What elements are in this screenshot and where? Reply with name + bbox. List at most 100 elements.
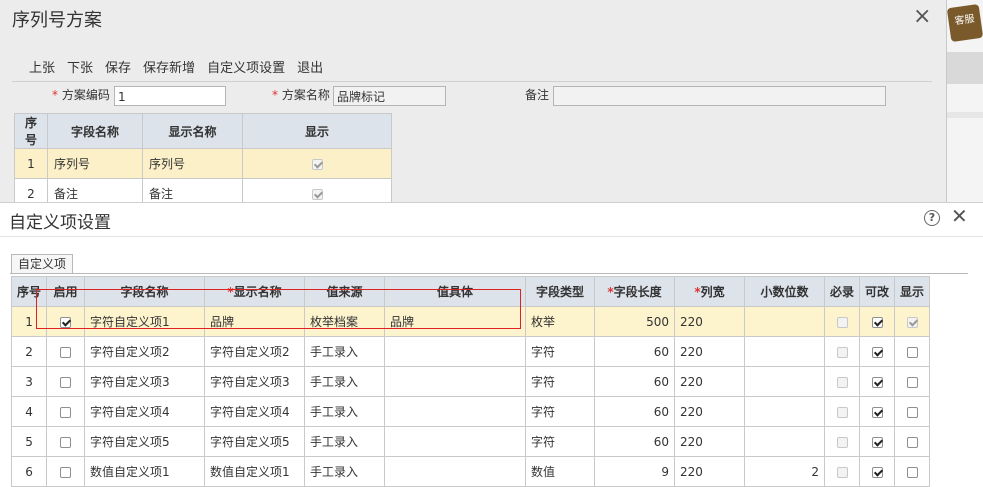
table-row[interactable]: 1 字符自定义项1 品牌 枚举档案 品牌 枚举 500 220 xyxy=(10,306,931,337)
length-cell[interactable]: 60 xyxy=(594,396,676,427)
type-cell[interactable]: 字符 xyxy=(525,336,596,367)
close-icon[interactable]: ✕ xyxy=(951,204,968,228)
field-name-cell[interactable]: 字符自定义项1 xyxy=(84,306,206,337)
editable-checkbox[interactable] xyxy=(871,466,883,478)
display-name-cell[interactable]: 字符自定义项4 xyxy=(204,396,306,427)
editable-checkbox[interactable] xyxy=(871,316,883,328)
length-cell[interactable]: 500 xyxy=(594,306,676,337)
table-row[interactable]: 6 数值自定义项1 数值自定义项1 手工录入 数值 9 220 2 xyxy=(10,456,931,487)
decimals-cell[interactable] xyxy=(744,396,826,427)
source-cell[interactable]: 枚举档案 xyxy=(304,306,386,337)
required-checkbox[interactable] xyxy=(836,346,848,358)
value-cell[interactable] xyxy=(384,396,527,427)
field-name-cell[interactable]: 字符自定义项2 xyxy=(84,336,206,367)
show-checkbox[interactable] xyxy=(906,436,918,448)
table-row[interactable]: 1 序列号 序列号 xyxy=(14,148,392,179)
table-row[interactable]: 4 字符自定义项4 字符自定义项4 手工录入 字符 60 220 xyxy=(10,396,931,427)
type-cell[interactable]: 字符 xyxy=(525,426,596,457)
name-field[interactable]: 品牌标记 xyxy=(333,86,446,106)
decimals-cell[interactable] xyxy=(744,336,826,367)
required-checkbox[interactable] xyxy=(836,376,848,388)
width-cell[interactable]: 220 xyxy=(674,336,746,367)
type-cell[interactable]: 字符 xyxy=(525,366,596,397)
help-icon[interactable]: ? xyxy=(924,210,940,226)
next-button[interactable]: 下张 xyxy=(67,57,93,76)
exit-button[interactable]: 退出 xyxy=(297,57,323,76)
show-checkbox[interactable] xyxy=(906,346,918,358)
type-cell[interactable]: 字符 xyxy=(525,396,596,427)
close-icon[interactable]: × xyxy=(913,4,931,29)
enabled-checkbox[interactable] xyxy=(60,406,72,418)
table-row[interactable]: 5 字符自定义项5 字符自定义项5 手工录入 字符 60 220 xyxy=(10,426,931,457)
source-cell[interactable]: 手工录入 xyxy=(304,456,386,487)
enabled-checkbox[interactable] xyxy=(60,436,72,448)
value-cell[interactable]: 品牌 xyxy=(384,306,527,337)
value-cell[interactable] xyxy=(384,426,527,457)
source-cell[interactable]: 手工录入 xyxy=(304,366,386,397)
decimals-cell[interactable] xyxy=(744,366,826,397)
customer-service-badge[interactable]: 客服 xyxy=(946,3,983,43)
source-cell[interactable]: 手工录入 xyxy=(304,336,386,367)
length-cell[interactable]: 60 xyxy=(594,366,676,397)
display-name-cell[interactable]: 数值自定义项1 xyxy=(204,456,306,487)
save-new-button[interactable]: 保存新增 xyxy=(143,57,195,76)
show-checkbox[interactable] xyxy=(906,376,918,388)
width-cell[interactable]: 220 xyxy=(674,426,746,457)
table-row[interactable]: 2 字符自定义项2 字符自定义项2 手工录入 字符 60 220 xyxy=(10,336,931,367)
show-checkbox[interactable] xyxy=(311,188,323,200)
value-cell[interactable] xyxy=(384,336,527,367)
display-name-cell[interactable]: 品牌 xyxy=(204,306,306,337)
display-name-cell[interactable]: 字符自定义项3 xyxy=(204,366,306,397)
enabled-checkbox[interactable] xyxy=(60,316,72,328)
tab-custom-items[interactable]: 自定义项 xyxy=(11,254,74,273)
field-name-cell[interactable]: 字符自定义项5 xyxy=(84,426,206,457)
type-cell[interactable]: 枚举 xyxy=(525,306,596,337)
enabled-cell xyxy=(46,306,86,337)
editable-checkbox[interactable] xyxy=(871,346,883,358)
enabled-checkbox[interactable] xyxy=(60,346,72,358)
length-cell[interactable]: 60 xyxy=(594,336,676,367)
required-checkbox[interactable] xyxy=(836,436,848,448)
width-cell[interactable]: 220 xyxy=(674,456,746,487)
show-checkbox[interactable] xyxy=(906,406,918,418)
enabled-checkbox[interactable] xyxy=(60,466,72,478)
length-cell[interactable]: 9 xyxy=(594,456,676,487)
width-cell[interactable]: 220 xyxy=(674,396,746,427)
display-name-cell[interactable]: 字符自定义项5 xyxy=(204,426,306,457)
editable-checkbox[interactable] xyxy=(871,376,883,388)
display-name-cell[interactable]: 字符自定义项2 xyxy=(204,336,306,367)
width-cell[interactable]: 220 xyxy=(674,366,746,397)
required-checkbox[interactable] xyxy=(836,316,848,328)
show-checkbox[interactable] xyxy=(311,158,323,170)
required-checkbox[interactable] xyxy=(836,466,848,478)
field-name-cell[interactable]: 数值自定义项1 xyxy=(84,456,206,487)
custom-items-button[interactable]: 自定义项设置 xyxy=(207,57,285,76)
required-checkbox[interactable] xyxy=(836,406,848,418)
decimals-cell[interactable] xyxy=(744,306,826,337)
tab-underline xyxy=(10,273,968,274)
decimals-cell[interactable] xyxy=(744,426,826,457)
code-field[interactable]: 1 xyxy=(114,86,226,106)
source-cell[interactable]: 手工录入 xyxy=(304,426,386,457)
prev-button[interactable]: 上张 xyxy=(29,57,55,76)
display-name-cell[interactable]: 序列号 xyxy=(142,148,243,179)
field-name-cell[interactable]: 字符自定义项3 xyxy=(84,366,206,397)
editable-checkbox[interactable] xyxy=(871,436,883,448)
value-cell[interactable] xyxy=(384,456,527,487)
enabled-checkbox[interactable] xyxy=(60,376,72,388)
length-cell[interactable]: 60 xyxy=(594,426,676,457)
table-row[interactable]: 3 字符自定义项3 字符自定义项3 手工录入 字符 60 220 xyxy=(10,366,931,397)
field-name-cell[interactable]: 字符自定义项4 xyxy=(84,396,206,427)
remark-field[interactable] xyxy=(553,86,886,106)
width-cell[interactable]: 220 xyxy=(674,306,746,337)
field-name-cell[interactable]: 序列号 xyxy=(47,148,143,179)
show-checkbox[interactable] xyxy=(906,466,918,478)
editable-checkbox[interactable] xyxy=(871,406,883,418)
source-cell[interactable]: 手工录入 xyxy=(304,396,386,427)
save-button[interactable]: 保存 xyxy=(105,57,131,76)
value-cell[interactable] xyxy=(384,366,527,397)
show-checkbox[interactable] xyxy=(906,316,918,328)
col-header-field: 字段名称 xyxy=(84,276,206,307)
type-cell[interactable]: 数值 xyxy=(525,456,596,487)
decimals-cell[interactable]: 2 xyxy=(744,456,826,487)
